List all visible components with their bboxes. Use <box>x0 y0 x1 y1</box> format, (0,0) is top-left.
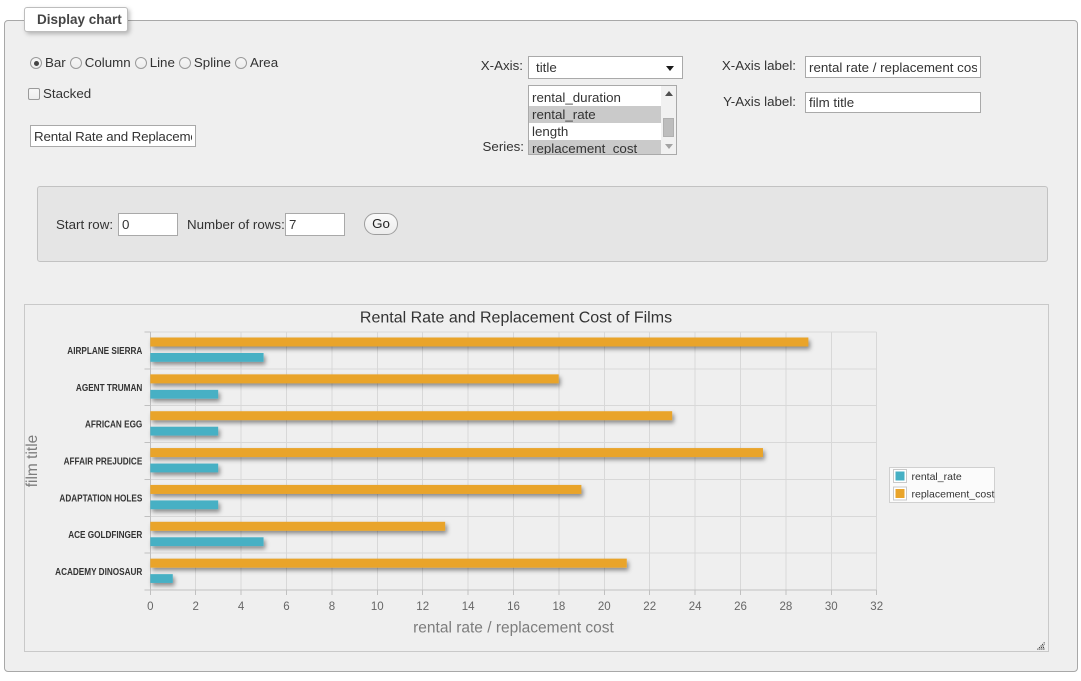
svg-text:12: 12 <box>416 601 429 613</box>
svg-text:Rental Rate and Replacement Co: Rental Rate and Replacement Cost of Film… <box>360 310 672 327</box>
svg-text:film title: film title <box>25 435 41 488</box>
svg-text:6: 6 <box>283 601 289 613</box>
svg-text:26: 26 <box>734 601 747 613</box>
svg-text:24: 24 <box>689 601 702 613</box>
svg-text:16: 16 <box>507 601 520 613</box>
svg-text:20: 20 <box>598 601 611 613</box>
svg-text:replacement_cost: replacement_cost <box>912 489 995 501</box>
svg-text:AIRPLANE SIERRA: AIRPLANE SIERRA <box>67 345 142 356</box>
svg-text:30: 30 <box>825 601 838 613</box>
svg-text:32: 32 <box>870 601 883 613</box>
svg-text:ACE GOLDFINGER: ACE GOLDFINGER <box>68 529 142 540</box>
svg-text:14: 14 <box>462 601 475 613</box>
svg-text:4: 4 <box>238 601 245 613</box>
svg-text:22: 22 <box>643 601 656 613</box>
svg-text:AGENT TRUMAN: AGENT TRUMAN <box>76 382 142 393</box>
svg-text:ADAPTATION HOLES: ADAPTATION HOLES <box>59 493 142 504</box>
svg-text:rental_rate: rental_rate <box>912 471 962 483</box>
svg-text:28: 28 <box>780 601 793 613</box>
svg-text:18: 18 <box>553 601 566 613</box>
svg-text:ACADEMY DINOSAUR: ACADEMY DINOSAUR <box>55 566 143 577</box>
svg-text:AFFAIR PREJUDICE: AFFAIR PREJUDICE <box>64 456 143 467</box>
svg-text:0: 0 <box>147 601 153 613</box>
svg-text:10: 10 <box>371 601 384 613</box>
svg-text:2: 2 <box>192 601 198 613</box>
svg-text:8: 8 <box>329 601 335 613</box>
svg-text:AFRICAN EGG: AFRICAN EGG <box>85 419 142 430</box>
svg-text:rental rate / replacement cost: rental rate / replacement cost <box>413 620 614 637</box>
